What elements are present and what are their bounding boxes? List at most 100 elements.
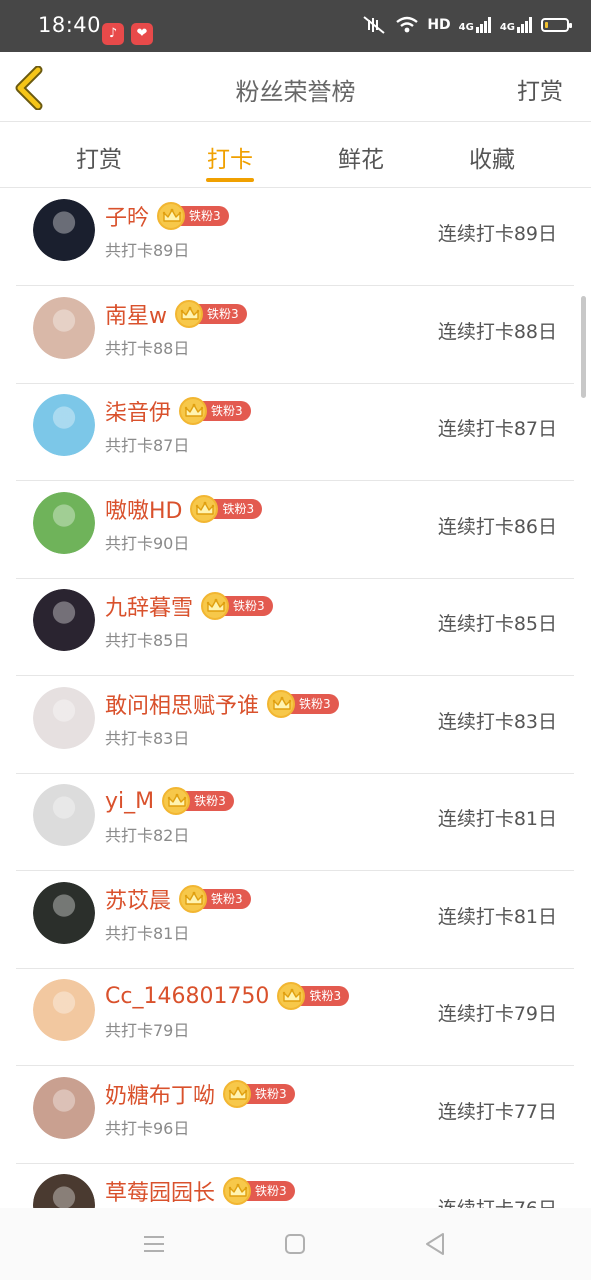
- hd-label: HD: [427, 17, 451, 33]
- signal-type-label: 4G: [499, 22, 515, 33]
- signal-strength-1: 4G: [459, 17, 492, 33]
- streak-days: 连续打卡76日: [438, 1194, 557, 1208]
- music-app-icon: ♪: [102, 23, 124, 45]
- avatar-image: [33, 491, 95, 554]
- fan-level-label: 铁粉3: [245, 1083, 295, 1104]
- fan-level-badge: 铁粉3: [179, 884, 251, 913]
- page-title: 粉丝荣誉榜: [235, 78, 356, 106]
- user-name[interactable]: 九辞暮雪: [105, 590, 193, 622]
- list-item[interactable]: 苏苡晨 铁粉3 共打卡81日 连续打卡81日: [16, 872, 574, 969]
- avatar[interactable]: [33, 296, 95, 359]
- tab-checkin[interactable]: 打卡: [190, 140, 270, 174]
- user-name[interactable]: Cc_146801750: [105, 984, 269, 1009]
- avatar[interactable]: [33, 784, 95, 846]
- fan-level-label: 铁粉3: [201, 401, 251, 421]
- streak-days: 连续打卡81日: [437, 808, 557, 830]
- home-button[interactable]: [281, 1230, 309, 1258]
- user-name[interactable]: 苏苡晨: [105, 883, 171, 915]
- total-checkin-days: 共打卡96日: [105, 1118, 190, 1138]
- fan-level-badge: 铁粉3: [162, 787, 234, 815]
- name-line: 九辞暮雪 铁粉3: [105, 591, 273, 621]
- list-item[interactable]: 子昑 铁粉3 共打卡89日 连续打卡89日: [16, 189, 574, 286]
- list-item[interactable]: 奶糖布丁呦 铁粉3 共打卡96日 连续打卡77日: [16, 1067, 574, 1164]
- crown-icon: [267, 689, 296, 718]
- battery-icon: [541, 18, 572, 32]
- user-name[interactable]: 子昑: [105, 200, 149, 232]
- list-item[interactable]: 草莓园园长 铁粉3 连续打卡76日: [16, 1164, 574, 1208]
- streak-days: 连续打卡81日: [437, 905, 557, 928]
- list-item[interactable]: 九辞暮雪 铁粉3 共打卡85日 连续打卡85日: [16, 579, 574, 676]
- name-line: Cc_146801750 铁粉3: [105, 981, 350, 1011]
- avatar[interactable]: [33, 394, 95, 456]
- fan-ranking-list[interactable]: 子昑 铁粉3 共打卡89日 连续打卡89日 南星w 铁粉3 共打卡88日 连续打卡88日 柒音伊…: [0, 189, 591, 1208]
- fan-level-label: 铁粉3: [299, 986, 350, 1006]
- avatar-image: [33, 296, 95, 359]
- list-item[interactable]: yi_M 铁粉3 共打卡82日 连续打卡81日: [16, 774, 574, 871]
- total-checkin-days: 共打卡87日: [105, 436, 190, 455]
- crown-icon: [201, 592, 230, 620]
- fan-level-badge: 铁粉3: [223, 1079, 295, 1108]
- crown-icon: [223, 1079, 252, 1108]
- user-name[interactable]: 柒音伊: [105, 395, 171, 427]
- streak-days: 连续打卡79日: [437, 1003, 557, 1025]
- crown-icon: [179, 884, 208, 913]
- total-checkin-days: 共打卡82日: [105, 826, 190, 845]
- fan-level-badge: 铁粉3: [175, 299, 247, 328]
- list-item[interactable]: 南星w 铁粉3 共打卡88日 连续打卡88日: [16, 287, 574, 384]
- list-item[interactable]: 敢问相思赋予谁 铁粉3 共打卡83日 连续打卡83日: [16, 677, 574, 774]
- fan-level-badge: 铁粉3: [190, 494, 263, 523]
- total-checkin-days: 共打卡89日: [105, 241, 190, 260]
- avatar[interactable]: [33, 1174, 95, 1208]
- crown-icon: [179, 397, 208, 425]
- list-item[interactable]: 柒音伊 铁粉3 共打卡87日 连续打卡87日: [16, 384, 574, 481]
- menu-button[interactable]: [140, 1230, 168, 1258]
- signal-strength-2: 4G: [500, 17, 533, 33]
- fan-level-label: 铁粉3: [223, 596, 273, 616]
- avatar[interactable]: [33, 979, 95, 1041]
- fan-level-badge: 铁粉3: [201, 592, 273, 620]
- avatar[interactable]: [33, 199, 95, 261]
- tab-bar: 打赏 打卡 鲜花 收藏: [0, 122, 591, 188]
- name-line: 南星w 铁粉3: [105, 299, 247, 329]
- name-line: 柒音伊 铁粉3: [105, 396, 251, 426]
- fan-level-label: 铁粉3: [197, 303, 247, 324]
- total-checkin-days: 共打卡79日: [105, 1021, 190, 1040]
- user-name[interactable]: 南星w: [105, 298, 167, 330]
- avatar[interactable]: [33, 491, 95, 554]
- name-line: 子昑 铁粉3: [105, 201, 229, 231]
- avatar[interactable]: [33, 1076, 95, 1139]
- tab-favorites[interactable]: 收藏: [452, 140, 532, 174]
- active-tab-indicator: [206, 178, 254, 182]
- user-name[interactable]: 敢问相思赋予谁: [105, 688, 259, 720]
- streak-days: 连续打卡83日: [437, 710, 557, 733]
- heart-app-icon: ❤: [131, 23, 153, 45]
- signal-type-label: 4G: [458, 22, 474, 33]
- triangle-back-icon: [426, 1233, 444, 1255]
- back-nav-button[interactable]: [421, 1230, 449, 1258]
- avatar-image: [33, 979, 95, 1041]
- avatar[interactable]: [33, 881, 95, 944]
- tab-flowers[interactable]: 鲜花: [321, 140, 401, 174]
- user-name[interactable]: 奶糖布丁呦: [105, 1078, 215, 1110]
- streak-days: 连续打卡85日: [437, 613, 557, 635]
- list-item[interactable]: Cc_146801750 铁粉3 共打卡79日 连续打卡79日: [16, 969, 574, 1066]
- streak-days: 连续打卡88日: [437, 320, 557, 343]
- avatar-image: [33, 1076, 95, 1139]
- crown-icon: [162, 787, 191, 815]
- avatar[interactable]: [33, 589, 95, 651]
- status-icons: HD 4G 4G: [361, 12, 572, 38]
- status-bar: 18:40 ♪ ❤ HD 4G 4G: [0, 0, 591, 52]
- total-checkin-days: 共打卡90日: [105, 533, 190, 553]
- name-line: 奶糖布丁呦 铁粉3: [105, 1079, 295, 1109]
- fan-level-label: 铁粉3: [201, 888, 251, 909]
- user-name[interactable]: 草莓园园长: [105, 1175, 215, 1207]
- avatar[interactable]: [33, 686, 95, 749]
- user-name[interactable]: 嗷嗷HD: [105, 493, 182, 525]
- reward-button[interactable]: 打赏: [517, 72, 563, 106]
- list-item[interactable]: 嗷嗷HD 铁粉3 共打卡90日 连续打卡86日: [16, 482, 574, 579]
- tab-reward[interactable]: 打赏: [59, 140, 139, 174]
- name-line: 敢问相思赋予谁 铁粉3: [105, 689, 339, 719]
- scrollbar[interactable]: [581, 296, 586, 398]
- avatar-image: [33, 199, 95, 261]
- user-name[interactable]: yi_M: [105, 789, 154, 814]
